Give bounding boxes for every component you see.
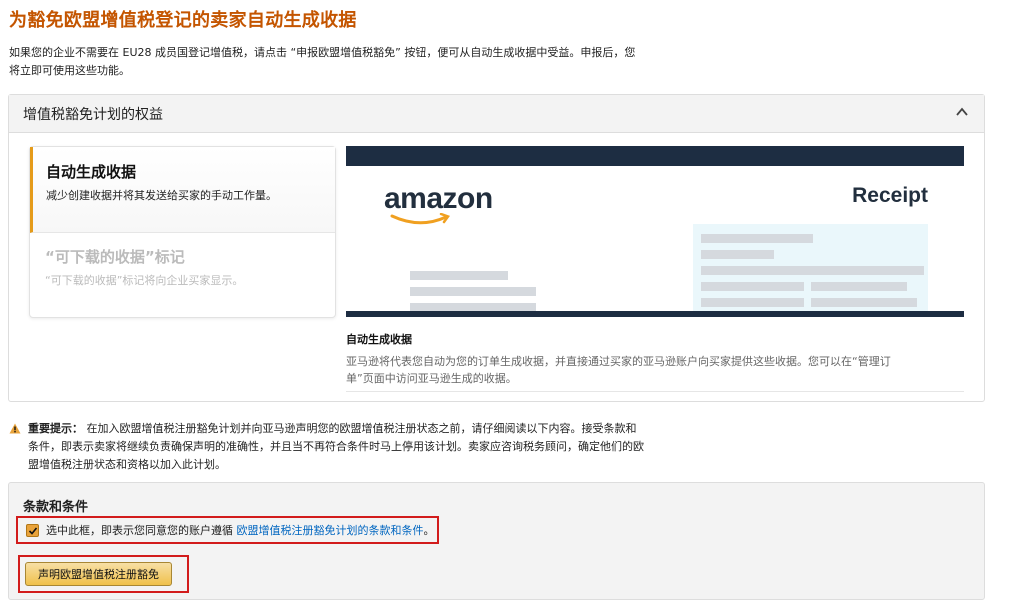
amazon-smile-icon xyxy=(390,213,450,225)
terms-title: 条款和条件 xyxy=(23,500,89,515)
agree-row: 选中此框，即表示您同意您的账户遵循 欧盟增值税注册豁免计划的条款和条件。 xyxy=(16,516,439,544)
benefits-panel: 增值税豁免计划的权益 自动生成收据 减少创建收据并将其发送给买家的手动工作量。 … xyxy=(8,94,985,402)
placeholder-line xyxy=(410,287,536,296)
agree-prefix: 选中此框，即表示您同意您的账户遵循 xyxy=(46,524,237,537)
caption-line-2: 单”页面中访问亚马逊生成的收据。 xyxy=(346,372,517,385)
benefits-header[interactable]: 增值税豁免计划的权益 xyxy=(9,95,984,133)
feature-list: 自动生成收据 减少创建收据并将其发送给买家的手动工作量。 “可下载的收据”标记 … xyxy=(29,146,336,318)
receipt-preview-image: amazon Receipt xyxy=(346,146,964,317)
caption-line-1: 亚马逊将代表您自动为您的订单生成收据，并直接通过买家的亚马逊账户向买家提供这些收… xyxy=(346,355,891,368)
intro-line-2: 将立即可使用这些功能。 xyxy=(9,64,130,77)
notice-label: 重要提示： xyxy=(28,422,83,435)
feature-item-downloadable-receipt[interactable]: “可下载的收据”标记 “可下载的收据”标记将向企业买家显示。 xyxy=(30,234,335,318)
notice-body: 重要提示： 在加入欧盟增值税注册豁免计划并向亚马逊声明您的欧盟增值税注册状态之前… xyxy=(28,420,659,474)
feature-desc: 减少创建收据并将其发送给买家的手动工作量。 xyxy=(46,189,277,202)
placeholder-line xyxy=(701,298,804,307)
placeholder-line xyxy=(410,271,508,280)
agree-checkbox[interactable] xyxy=(26,523,39,537)
declare-exemption-button[interactable]: 声明欧盟增值税注册豁免 xyxy=(25,562,172,586)
placeholder-line xyxy=(811,282,907,291)
chevron-up-icon[interactable] xyxy=(954,104,970,120)
feature-item-auto-receipt[interactable]: 自动生成收据 减少创建收据并将其发送给买家的手动工作量。 xyxy=(30,147,335,233)
notice-text: 在加入欧盟增值税注册豁免计划并向亚马逊声明您的欧盟增值税注册状态之前，请仔细阅读… xyxy=(86,422,637,435)
placeholder-line xyxy=(701,234,813,243)
placeholder-line xyxy=(701,266,924,275)
receipt-bottom-bar xyxy=(346,311,964,317)
receipt-label: Receipt xyxy=(852,184,928,207)
caption-title: 自动生成收据 xyxy=(346,333,412,346)
terms-panel: 条款和条件 选中此框，即表示您同意您的账户遵循 欧盟增值税注册豁免计划的条款和条… xyxy=(8,482,985,600)
placeholder-line xyxy=(811,298,917,307)
benefits-title: 增值税豁免计划的权益 xyxy=(23,107,163,123)
notice-line-3: 盟增值税注册状态和资格以加入此计划。 xyxy=(28,458,226,471)
amazon-logo: amazon xyxy=(384,182,493,215)
important-notice: 重要提示： 在加入欧盟增值税注册豁免计划并向亚马逊声明您的欧盟增值税注册状态之前… xyxy=(9,420,659,474)
notice-line-2: 条件，即表示卖家将继续负责确保声明的准确性，并且当不再符合条件时马上停用该计划。… xyxy=(28,440,644,453)
declare-button-outline: 声明欧盟增值税注册豁免 xyxy=(18,555,189,593)
intro-text: 如果您的企业不需要在 EU28 成员国登记增值税，请点击 “申报欧盟增值税豁免”… xyxy=(9,44,669,80)
agree-text: 选中此框，即表示您同意您的账户遵循 欧盟增值税注册豁免计划的条款和条件。 xyxy=(46,522,435,538)
checkmark-icon xyxy=(28,526,38,535)
placeholder-line xyxy=(701,282,804,291)
feature-name: “可下载的收据”标记 xyxy=(45,248,185,266)
feature-caption: 自动生成收据 亚马逊将代表您自动为您的订单生成收据，并直接通过买家的亚马逊账户向… xyxy=(346,331,964,392)
page-title: 为豁免欧盟增值税登记的卖家自动生成收据 xyxy=(9,10,357,31)
terms-link[interactable]: 欧盟增值税注册豁免计划的条款和条件 xyxy=(237,524,424,537)
receipt-top-bar xyxy=(346,146,964,166)
feature-desc: “可下载的收据”标记将向企业买家显示。 xyxy=(45,274,244,287)
intro-line-1: 如果您的企业不需要在 EU28 成员国登记增值税，请点击 “申报欧盟增值税豁免”… xyxy=(9,46,636,59)
agree-suffix: 。 xyxy=(423,524,435,537)
caption-text: 亚马逊将代表您自动为您的订单生成收据，并直接通过买家的亚马逊账户向买家提供这些收… xyxy=(346,353,964,392)
feature-name: 自动生成收据 xyxy=(46,163,137,181)
placeholder-line xyxy=(701,250,774,259)
notice-line-1: 重要提示： 在加入欧盟增值税注册豁免计划并向亚马逊声明您的欧盟增值税注册状态之前… xyxy=(28,420,659,438)
warning-icon xyxy=(9,423,21,434)
